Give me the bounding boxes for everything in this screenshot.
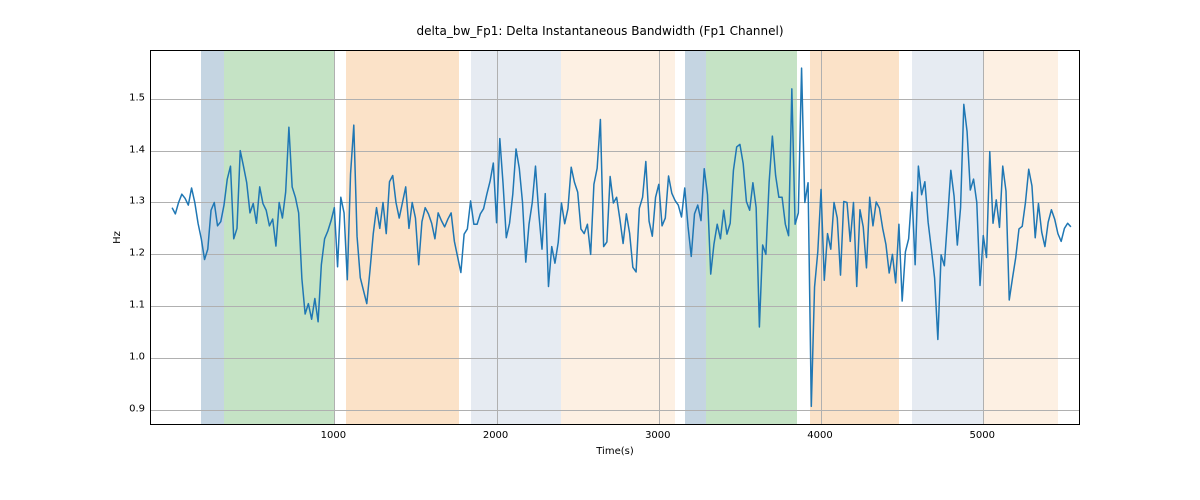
y-axis-label-text: Hz	[112, 231, 123, 244]
y-tick-label: 0.9	[129, 403, 145, 414]
x-tick-label: 2000	[483, 430, 508, 441]
line-layer	[151, 51, 1079, 424]
y-tick-label: 1.2	[129, 248, 145, 259]
y-tick-label: 1.3	[129, 196, 145, 207]
y-tick-label: 1.1	[129, 300, 145, 311]
y-tick-label: 1.4	[129, 144, 145, 155]
plot-axes	[150, 50, 1080, 425]
figure: delta_bw_Fp1: Delta Instantaneous Bandwi…	[0, 0, 1200, 500]
x-tick-label: 1000	[321, 430, 346, 441]
x-tick-label: 4000	[807, 430, 832, 441]
series-line	[172, 68, 1071, 406]
y-tick-label: 1.5	[129, 92, 145, 103]
y-axis-label: Hz	[110, 50, 124, 425]
x-tick-label: 3000	[645, 430, 670, 441]
y-tick-label: 1.0	[129, 352, 145, 363]
chart-title: delta_bw_Fp1: Delta Instantaneous Bandwi…	[0, 24, 1200, 38]
x-axis-label: Time(s)	[150, 446, 1080, 457]
x-tick-label: 5000	[970, 430, 995, 441]
